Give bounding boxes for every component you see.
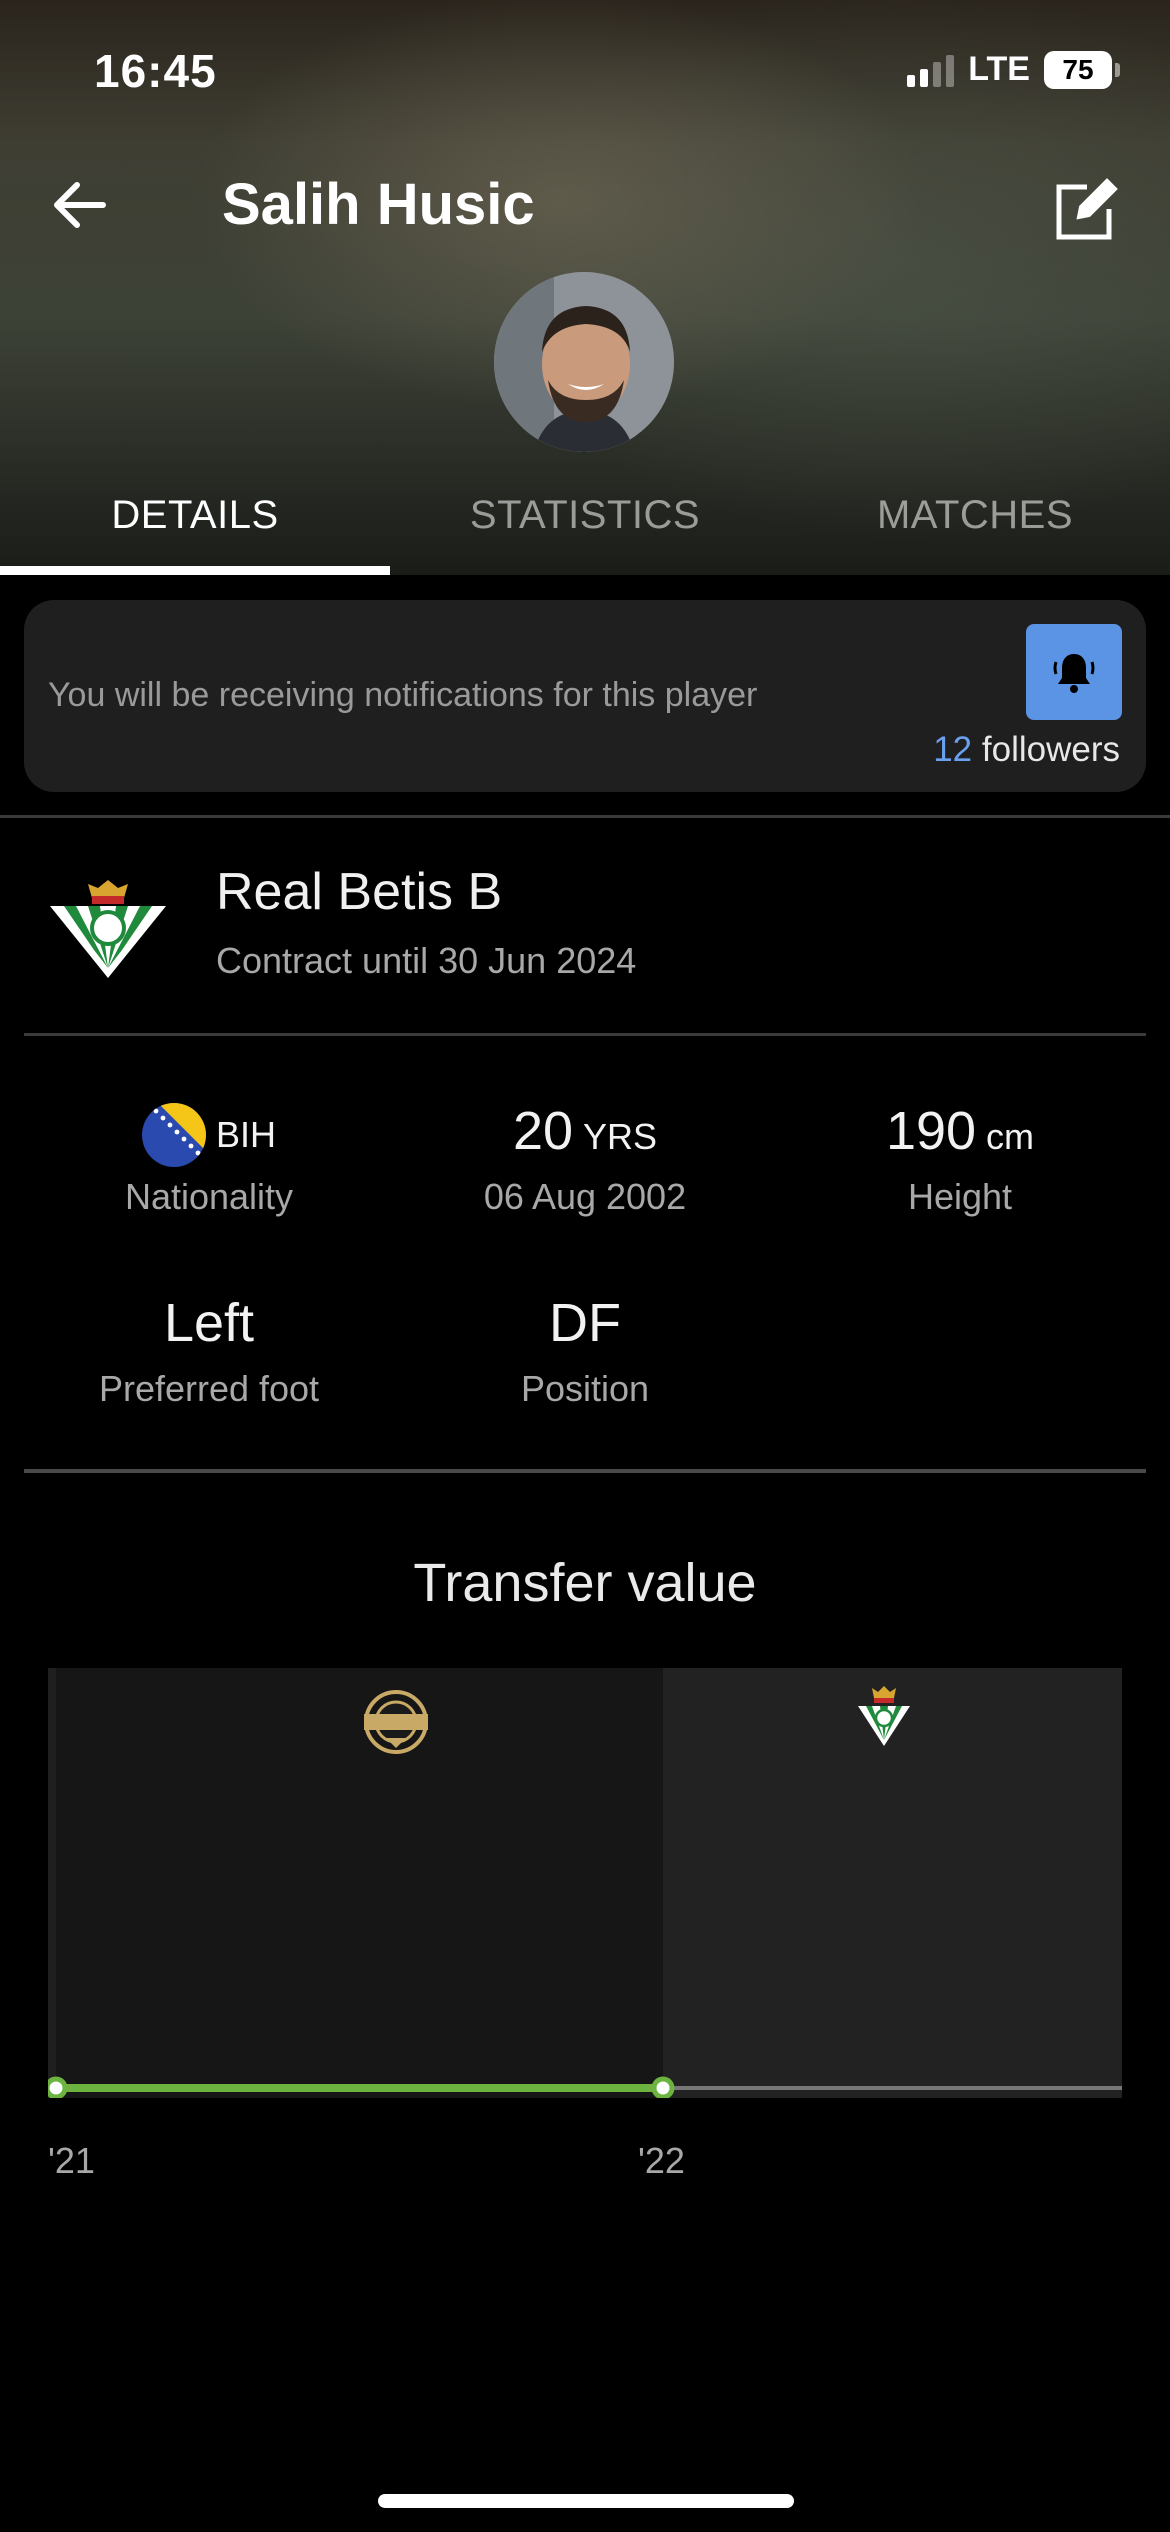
chart-tick-2021: '21 <box>48 2140 95 2181</box>
tab-statistics[interactable]: STATISTICS <box>390 480 780 575</box>
transfer-value-chart <box>48 1668 1122 2098</box>
page-title: Salih Husic <box>222 172 535 237</box>
team-name[interactable]: Real Betis B <box>216 862 502 922</box>
player-avatar <box>494 272 674 452</box>
tab-matches[interactable]: MATCHES <box>780 480 1170 575</box>
nationality-cell: BIH Nationality <box>14 1100 404 1218</box>
followers-count: 12 followers <box>933 730 1120 770</box>
chart-left-edge <box>48 1668 56 2098</box>
edit-button[interactable] <box>1046 170 1126 250</box>
nationality-code: BIH <box>215 1114 276 1155</box>
foot-value: Left <box>163 1293 255 1353</box>
status-indicators: LTE 75 <box>907 50 1120 89</box>
timeline-point-transfer[interactable] <box>651 2076 675 2098</box>
player-header: 16:45 LTE 75 Salih Husic DETAILS STATIST… <box>0 0 1170 575</box>
height-label: Height <box>907 1176 1013 1217</box>
age-unit: YRS <box>583 1116 658 1157</box>
tab-details[interactable]: DETAILS <box>0 480 390 575</box>
height-value: 190 <box>885 1101 977 1161</box>
network-label: LTE <box>968 50 1030 88</box>
edit-icon <box>1056 178 1118 240</box>
arrow-left-icon <box>54 182 106 228</box>
back-button[interactable] <box>44 170 114 240</box>
divider <box>24 1033 1146 1036</box>
battery-icon: 75 <box>1044 50 1120 89</box>
notification-toggle-button[interactable] <box>1026 624 1122 720</box>
followers-number: 12 <box>933 730 973 769</box>
chart-tick-2022: '22 <box>638 2140 685 2181</box>
nationality-label: Nationality <box>124 1176 294 1217</box>
home-indicator[interactable] <box>378 2494 794 2508</box>
signal-icon <box>907 53 955 87</box>
height-cell: 190 cm Height <box>765 1100 1155 1218</box>
timeline-point-start[interactable] <box>48 2076 68 2098</box>
position-value: DF <box>549 1293 621 1353</box>
transfer-value-title: Transfer value <box>413 1553 757 1613</box>
age-cell: 20 YRS 06 Aug 2002 <box>390 1100 780 1218</box>
age-value: 20 <box>512 1101 574 1161</box>
position-cell: DF Position <box>390 1292 780 1410</box>
notification-message: You will be receiving notifications for … <box>48 676 758 714</box>
foot-label: Preferred foot <box>98 1368 320 1409</box>
divider <box>24 1469 1146 1473</box>
birth-date: 06 Aug 2002 <box>483 1176 687 1217</box>
chart-period-1 <box>48 1668 663 2098</box>
height-unit: cm <box>986 1116 1035 1157</box>
status-time: 16:45 <box>94 45 217 97</box>
bosnia-flag-icon <box>141 1103 206 1167</box>
followers-label: followers <box>981 730 1120 769</box>
position-label: Position <box>520 1368 650 1409</box>
divider <box>0 815 1170 818</box>
tab-bar: DETAILS STATISTICS MATCHES <box>0 480 1170 575</box>
foot-cell: Left Preferred foot <box>14 1292 404 1410</box>
notification-card: You will be receiving notifications for … <box>24 600 1146 792</box>
contract-info: Contract until 30 Jun 2024 <box>216 940 637 981</box>
intercity-logo-icon[interactable] <box>364 1690 428 1754</box>
bell-icon <box>1053 654 1095 693</box>
team-logo[interactable] <box>46 876 170 980</box>
